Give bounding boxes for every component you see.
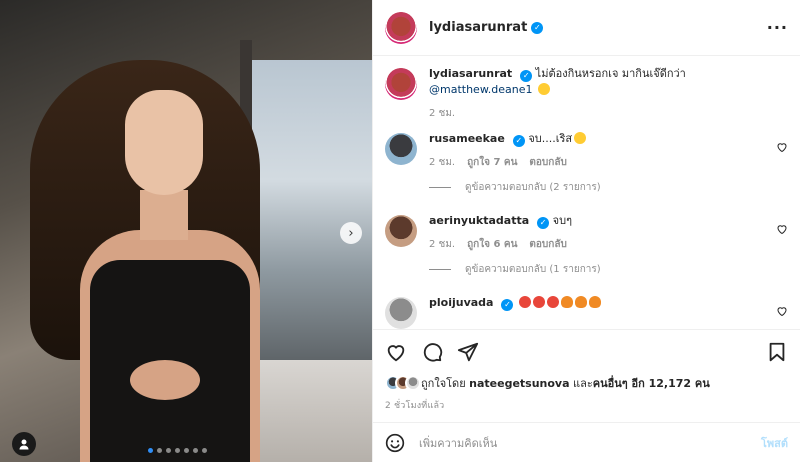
caption-body: ไม่ต้องกินหรอกเจ มากินเจ๊ดีกว่า (535, 67, 686, 80)
photo-face (125, 90, 203, 195)
post-actions: ถูกใจโดย nateegetsunova และ คนอื่นๆ อีก 1… (373, 329, 800, 412)
caption-content: lydiasarunrat ✓ ไม่ต้องกินหรอกเจ มากินเจ๊… (429, 66, 788, 121)
carousel-dots (148, 448, 207, 453)
post-header: lydiasarunrat ✓ ··· (373, 0, 800, 56)
caption-mention[interactable]: @matthew.deane1 (429, 83, 533, 96)
comment-text: ploijuvada ✓ (429, 295, 766, 311)
bookmark-icon[interactable] (766, 341, 788, 363)
add-comment-bar: เพิ่มความคิดเห็น โพสต์ (373, 422, 800, 462)
reply-button[interactable]: ตอบกลับ (529, 155, 566, 170)
carousel-dot[interactable] (202, 448, 207, 453)
caption-row: lydiasarunrat ✓ ไม่ต้องกินหรอกเจ มากินเจ๊… (385, 66, 788, 121)
laughing-emoji-icon (538, 83, 551, 95)
fire-emoji-icon (560, 296, 573, 308)
comment-username[interactable]: aerinyuktadatta (429, 214, 529, 227)
comment-likes[interactable]: ถูกใจ 6 คน (467, 237, 517, 252)
view-replies-label[interactable]: ดูข้อความตอบกลับ (1 รายการ) (465, 262, 601, 277)
comment-heart-icon[interactable] (776, 305, 788, 317)
caption-meta: 2 ชม. (429, 106, 788, 121)
verified-badge-icon: ✓ (520, 70, 533, 82)
comment-row: rusameekae ✓ จบ....เริส 2 ชม. ถูกใจ 7 คน … (385, 131, 788, 170)
post-comment-button[interactable]: โพสต์ (761, 434, 788, 452)
comment-username[interactable]: rusameekae (429, 132, 505, 145)
comment-content: aerinyuktadatta ✓ จบๆ 2 ชม. ถูกใจ 6 คน ตอ… (429, 213, 766, 252)
more-options-icon[interactable]: ··· (767, 18, 788, 37)
emoji-icon[interactable] (385, 433, 405, 453)
post-photo[interactable]: › (0, 0, 372, 462)
carousel-dot[interactable] (193, 448, 198, 453)
photo-window (250, 60, 372, 360)
photo-neck (140, 190, 188, 240)
comment-row: ploijuvada ✓ (385, 295, 788, 329)
carousel-dot[interactable] (166, 448, 171, 453)
verified-badge-icon: ✓ (501, 299, 514, 311)
heart-eyes-emoji-icon (532, 296, 545, 308)
comment-text: aerinyuktadatta ✓ จบๆ (429, 213, 766, 229)
likes-summary: ถูกใจโดย nateegetsunova และ คนอื่นๆ อีก 1… (385, 374, 788, 392)
comment-likes[interactable]: ถูกใจ 7 คน (467, 155, 517, 170)
photo-dress-cutout (130, 360, 200, 400)
comment-time: 2 ชม. (429, 239, 456, 250)
comment-content: ploijuvada ✓ (429, 295, 766, 329)
comments-list: lydiasarunrat ✓ ไม่ต้องกินหรอกเจ มากินเจ๊… (373, 56, 800, 329)
verified-badge-icon: ✓ (512, 135, 525, 147)
reply-button[interactable]: ตอบกลับ (529, 237, 566, 252)
heart-eyes-emoji-icon (518, 296, 531, 308)
user-tag-icon[interactable] (12, 432, 36, 456)
liker-avatar[interactable] (405, 375, 421, 391)
comment-avatar[interactable] (385, 297, 417, 329)
chevron-right-icon[interactable]: › (340, 222, 362, 244)
caption-avatar[interactable] (385, 68, 417, 100)
comment-meta: 2 ชม. ถูกใจ 7 คน ตอบกลับ (429, 155, 766, 170)
fire-emoji-icon (574, 296, 587, 308)
replies-line (429, 187, 451, 188)
replies-line (429, 269, 451, 270)
comment-meta: 2 ชม. ถูกใจ 6 คน ตอบกลับ (429, 237, 766, 252)
carousel-dot[interactable] (175, 448, 180, 453)
liker-avatars (385, 375, 421, 391)
author-username[interactable]: lydiasarunrat (429, 20, 527, 35)
caption-text: lydiasarunrat ✓ ไม่ต้องกินหรอกเจ มากินเจ๊… (429, 66, 788, 98)
heart-icon[interactable] (385, 341, 407, 363)
comment-heart-icon[interactable] (776, 223, 788, 235)
liked-by-prefix: ถูกใจโดย (421, 377, 466, 390)
action-icons (385, 338, 788, 366)
comment-avatar[interactable] (385, 215, 417, 247)
caption-username[interactable]: lydiasarunrat (429, 67, 512, 80)
send-icon[interactable] (457, 341, 479, 363)
comment-body: จบๆ (552, 214, 572, 227)
post-sidebar: lydiasarunrat ✓ ··· lydiasarunrat ✓ ไม่ต้… (372, 0, 800, 462)
view-replies[interactable]: ดูข้อความตอบกลับ (2 รายการ) (429, 180, 788, 195)
liked-by-middle: และ (573, 377, 593, 390)
verified-badge-icon: ✓ (537, 217, 550, 229)
instagram-post: › lydiasarunrat ✓ ··· lydiasarunrat ✓ ไม… (0, 0, 800, 462)
liked-by-others[interactable]: คนอื่นๆ อีก 12,172 คน (593, 374, 710, 392)
photo-person (30, 60, 260, 462)
comment-time: 2 ชม. (429, 157, 456, 168)
comment-row: aerinyuktadatta ✓ จบๆ 2 ชม. ถูกใจ 6 คน ตอ… (385, 213, 788, 252)
laughing-emoji-icon (574, 132, 587, 144)
comment-body: จบ....เริส (528, 132, 573, 145)
comment-text: rusameekae ✓ จบ....เริส (429, 131, 766, 147)
comment-heart-icon[interactable] (776, 141, 788, 153)
view-replies[interactable]: ดูข้อความตอบกลับ (1 รายการ) (429, 262, 788, 277)
fire-emoji-icon (588, 296, 601, 308)
comment-avatar[interactable] (385, 133, 417, 165)
comment-username[interactable]: ploijuvada (429, 296, 493, 309)
carousel-dot-active[interactable] (148, 448, 153, 453)
caption-time: 2 ชม. (429, 108, 456, 119)
post-timestamp[interactable]: 2 ชั่วโมงที่แล้ว (385, 398, 788, 412)
carousel-dot[interactable] (157, 448, 162, 453)
comment-input[interactable]: เพิ่มความคิดเห็น (419, 434, 761, 452)
view-replies-label[interactable]: ดูข้อความตอบกลับ (2 รายการ) (465, 180, 601, 195)
verified-badge-icon: ✓ (531, 21, 544, 34)
carousel-dot[interactable] (184, 448, 189, 453)
comment-icon[interactable] (421, 341, 443, 363)
heart-eyes-emoji-icon (546, 296, 559, 308)
author-avatar[interactable] (385, 11, 417, 44)
comment-content: rusameekae ✓ จบ....เริส 2 ชม. ถูกใจ 7 คน … (429, 131, 766, 170)
liked-by-user[interactable]: nateegetsunova (469, 377, 569, 390)
